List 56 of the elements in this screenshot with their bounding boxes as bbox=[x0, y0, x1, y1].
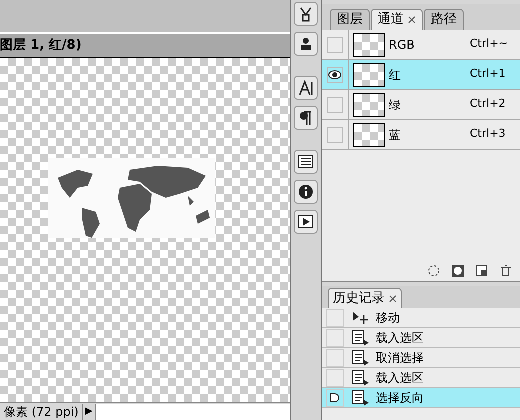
document-icon bbox=[352, 350, 370, 366]
history-step: 载入选区 bbox=[376, 328, 424, 346]
channel-shortcut: Ctrl+1 bbox=[470, 66, 507, 82]
channel-name: RGB bbox=[389, 36, 416, 54]
history-step: 取消选择 bbox=[376, 348, 424, 366]
panel-tab[interactable]: 路径 bbox=[424, 9, 464, 30]
channel-thumbnail bbox=[353, 32, 385, 56]
close-icon bbox=[408, 16, 416, 24]
history-step: 移动 bbox=[376, 308, 400, 326]
trash-icon[interactable] bbox=[500, 265, 512, 277]
stamp-icon[interactable] bbox=[294, 32, 318, 56]
channel-shortcut: Ctrl+2 bbox=[470, 96, 507, 112]
panel-tab[interactable]: 图层 bbox=[330, 9, 370, 30]
visibility-toggle[interactable] bbox=[327, 66, 343, 82]
channel-name: 绿 bbox=[389, 96, 402, 114]
play-icon[interactable] bbox=[294, 210, 318, 234]
channel-row[interactable]: 蓝 Ctrl+3 bbox=[322, 120, 520, 150]
visibility-toggle[interactable] bbox=[327, 36, 343, 52]
zoom-status: 像素 (72 ppi) bbox=[3, 404, 80, 420]
panel-tab[interactable]: 通道 bbox=[371, 9, 423, 30]
history-row[interactable]: 取消选择 bbox=[322, 348, 520, 368]
history-row[interactable]: 载入选区 bbox=[322, 368, 520, 388]
history-row[interactable]: 移动 bbox=[322, 308, 520, 328]
channel-name: 蓝 bbox=[389, 126, 402, 144]
visibility-toggle[interactable] bbox=[327, 126, 343, 142]
channel-shortcut: Ctrl+3 bbox=[470, 126, 507, 142]
channel-thumbnail bbox=[353, 122, 385, 146]
history-row[interactable]: 选择反向 bbox=[322, 388, 520, 408]
mask-icon[interactable] bbox=[452, 265, 464, 277]
document-title: 图层 1, 红/8) bbox=[0, 36, 82, 55]
character-icon[interactable] bbox=[294, 76, 318, 100]
channel-thumbnail bbox=[353, 62, 385, 86]
paragraph-icon[interactable] bbox=[294, 106, 318, 130]
channel-row[interactable]: 红 Ctrl+1 bbox=[322, 60, 520, 90]
document-icon bbox=[352, 330, 370, 346]
document-icon bbox=[352, 390, 370, 406]
visibility-toggle[interactable] bbox=[327, 96, 343, 112]
eye-icon bbox=[328, 70, 342, 80]
brush-icon[interactable] bbox=[294, 2, 318, 26]
notes-icon[interactable] bbox=[294, 150, 318, 174]
history-state-icon bbox=[330, 392, 340, 402]
info-icon[interactable] bbox=[294, 180, 318, 204]
channel-row[interactable]: 绿 Ctrl+2 bbox=[322, 90, 520, 120]
panel-tab[interactable]: 历史记录 bbox=[328, 288, 402, 308]
document-icon bbox=[352, 370, 370, 386]
history-row[interactable]: 载入选区 bbox=[322, 328, 520, 348]
new-channel-icon[interactable] bbox=[476, 265, 488, 277]
history-step: 载入选区 bbox=[376, 368, 424, 386]
close-icon bbox=[389, 294, 397, 302]
dotted-circle-icon[interactable] bbox=[428, 265, 440, 277]
arrow-move-icon bbox=[352, 310, 370, 324]
history-step: 选择反向 bbox=[376, 388, 424, 406]
channel-name: 红 bbox=[389, 66, 402, 84]
channel-row[interactable]: RGB Ctrl+~ bbox=[322, 30, 520, 60]
channel-shortcut: Ctrl+~ bbox=[470, 36, 510, 52]
channel-thumbnail bbox=[353, 92, 385, 116]
